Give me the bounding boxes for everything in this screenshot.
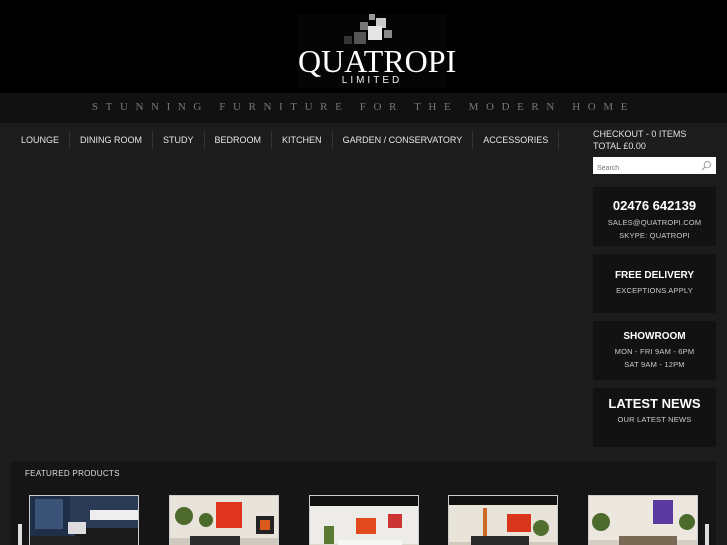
- quatropi-logo[interactable]: QUATROPI LIMITED: [298, 14, 457, 88]
- carousel-prev-arrow[interactable]: [18, 524, 22, 545]
- contact-box: 02476 642139 SALES@QUATROPI.COM SKYPE: Q…: [593, 187, 716, 246]
- news-subtitle: OUR LATEST NEWS: [617, 415, 692, 424]
- showroom-title: SHOWROOM: [623, 331, 686, 342]
- contact-skype: SKYPE: QUATROPI: [619, 231, 690, 240]
- showroom-hours-weekday: MON - FRI 9AM - 6PM: [614, 347, 695, 356]
- site-header: QUATROPI LIMITED: [0, 0, 727, 93]
- contact-email[interactable]: SALES@QUATROPI.COM: [593, 218, 716, 227]
- product-image: [170, 496, 278, 545]
- news-box[interactable]: LATEST NEWS OUR LATEST NEWS: [593, 388, 716, 447]
- tagline: STUNNING FURNITURE FOR THE MODERN HOME: [91, 101, 636, 113]
- checkout-link[interactable]: CHECKOUT - 0 ITEMS: [593, 128, 717, 140]
- product-thumbnail[interactable]: [29, 495, 139, 545]
- delivery-box[interactable]: FREE DELIVERY EXCEPTIONS APPLY: [593, 254, 716, 313]
- product-image: [30, 496, 138, 545]
- logo-squares-icon: [344, 14, 392, 44]
- product-thumbnail[interactable]: [448, 495, 558, 545]
- nav-item-accessories[interactable]: ACCESSORIES: [473, 131, 560, 149]
- search-box: [593, 157, 716, 177]
- featured-products: FEATURED PRODUCTS: [11, 462, 716, 545]
- cart-total: TOTAL £0.00: [593, 141, 646, 151]
- product-image: [310, 496, 418, 545]
- logo-wordmark: QUATROPI: [298, 43, 457, 79]
- news-title: LATEST NEWS: [608, 396, 701, 411]
- nav-item-dining-room[interactable]: DINING ROOM: [70, 131, 154, 149]
- product-image: [589, 496, 697, 545]
- nav-item-lounge[interactable]: LOUNGE: [11, 131, 71, 149]
- search-input[interactable]: [593, 160, 716, 177]
- product-thumbnail[interactable]: [309, 495, 419, 545]
- nav-item-bedroom[interactable]: BEDROOM: [205, 131, 273, 149]
- main-nav: LOUNGE DINING ROOM STUDY BEDROOM KITCHEN…: [11, 131, 560, 149]
- logo-subtitle: LIMITED: [341, 75, 403, 86]
- product-thumbnail[interactable]: [588, 495, 698, 545]
- product-thumbnail[interactable]: [169, 495, 279, 545]
- tagline-bar: STUNNING FURNITURE FOR THE MODERN HOME: [0, 93, 727, 123]
- nav-item-study[interactable]: STUDY: [153, 131, 205, 149]
- sidebar: CHECKOUT - 0 ITEMS TOTAL £0.00: [593, 128, 717, 177]
- nav-item-kitchen[interactable]: KITCHEN: [272, 131, 333, 149]
- delivery-title: FREE DELIVERY: [614, 270, 695, 281]
- phone-number[interactable]: 02476 642139: [593, 198, 716, 213]
- delivery-subtitle: EXCEPTIONS APPLY: [616, 286, 693, 295]
- carousel-next-arrow[interactable]: [705, 524, 709, 545]
- showroom-hours-saturday: SAT 9AM - 12PM: [624, 360, 685, 369]
- nav-item-garden-conservatory[interactable]: GARDEN / CONSERVATORY: [333, 131, 474, 149]
- featured-title: FEATURED PRODUCTS: [25, 469, 120, 478]
- showroom-box[interactable]: SHOWROOM MON - FRI 9AM - 6PM SAT 9AM - 1…: [593, 321, 716, 380]
- product-image: [449, 496, 557, 545]
- search-icon[interactable]: [701, 160, 712, 171]
